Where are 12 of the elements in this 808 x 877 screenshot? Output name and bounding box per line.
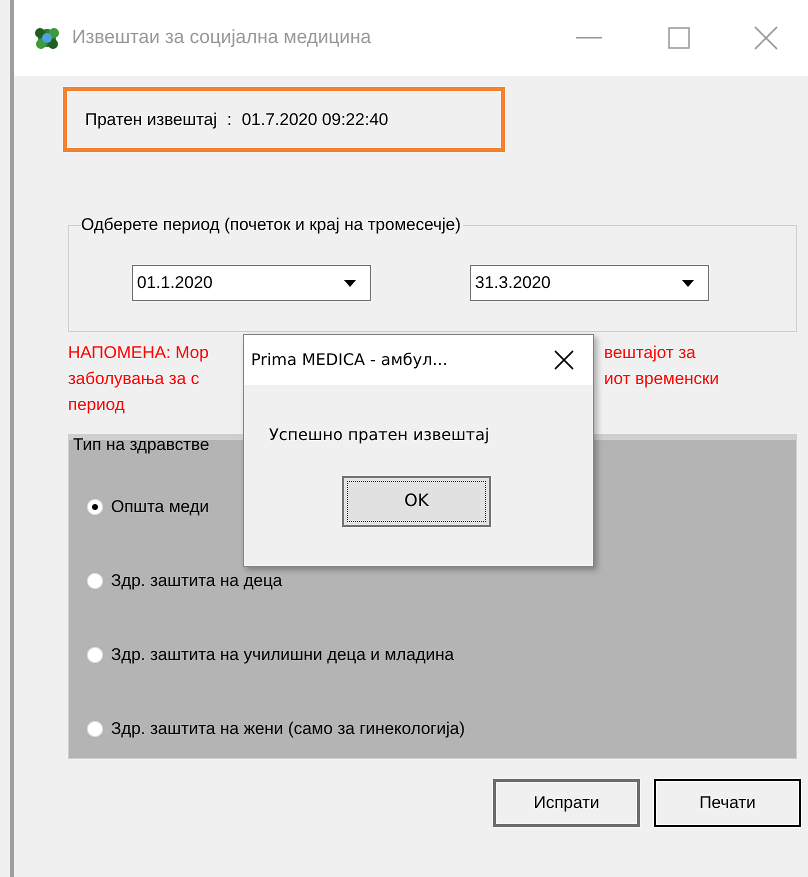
care-type-legend: Тип на здравстве [73,432,210,458]
note-text: иот временски [604,368,720,390]
sent-report-time: 01.7.2020 09:22:40 [242,108,388,131]
window-title: Извештаи за социјална медицина [72,26,372,50]
note-text: период [68,394,125,416]
dialog-title: Prima MEDICA - амбул... [251,349,448,371]
note-text: вештајот за [604,342,697,364]
note-text: НАПОМЕНА: Мор [68,342,209,364]
sent-report-label: Пратен извештај [85,108,217,131]
separator-text: : [226,108,232,131]
note-text: заболувања за с [68,368,200,390]
dialog-message: Успешно пратен извештај [269,424,490,446]
